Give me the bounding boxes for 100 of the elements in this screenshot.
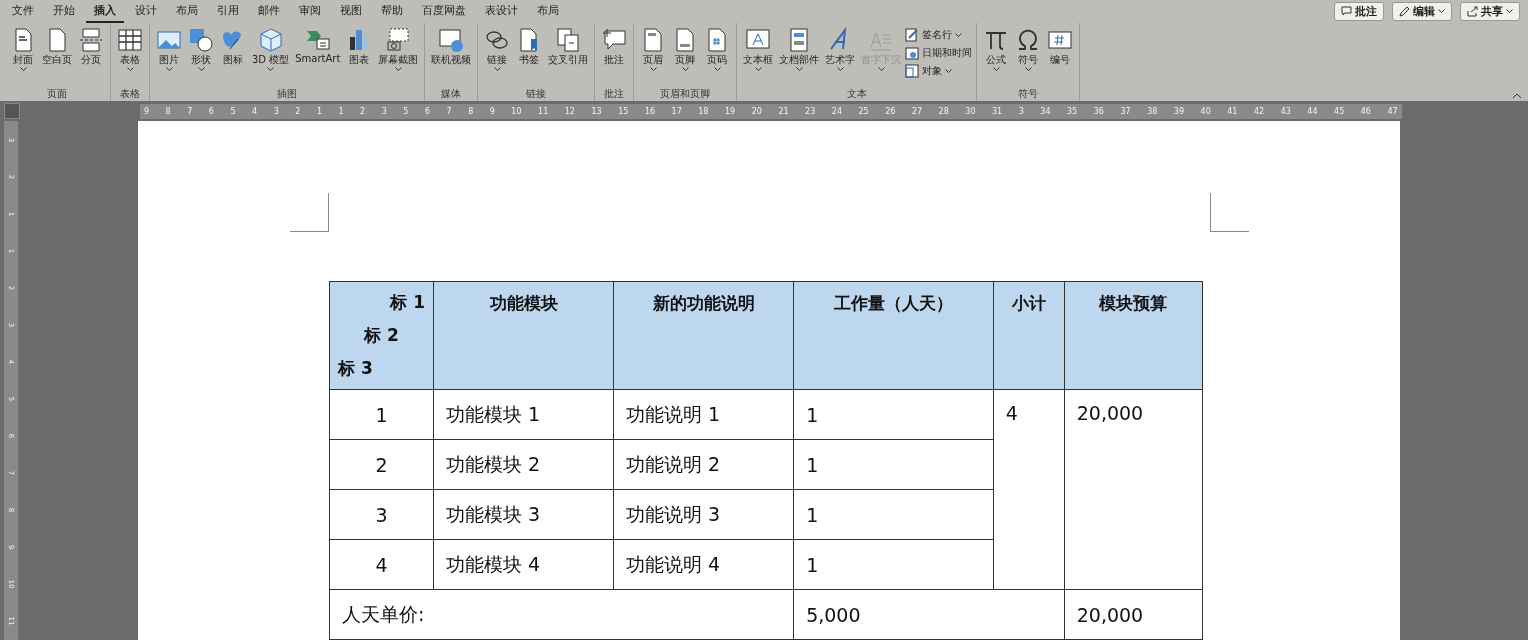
ruler-number: 37 — [1120, 106, 1131, 116]
ruler-number: 3 — [381, 106, 387, 116]
menu-tab[interactable]: 邮件 — [250, 0, 288, 23]
menu-tab[interactable]: 布局 — [168, 0, 206, 23]
caret-icon — [836, 67, 844, 72]
ribbon-button[interactable]: 表格 — [115, 27, 145, 72]
ruler-number: 38 — [1147, 106, 1158, 116]
comment-icon — [1341, 6, 1352, 17]
ribbon-button[interactable]: 链接 — [482, 27, 513, 72]
group-label: 页面 — [46, 87, 68, 101]
group-label: 文本 — [845, 87, 868, 101]
menu-tab[interactable]: 帮助 — [373, 0, 411, 23]
ribbon-button[interactable]: 符号 — [1013, 27, 1044, 72]
ribbon-button[interactable]: 批注 — [599, 27, 630, 67]
menu-tab[interactable]: 引用 — [209, 0, 247, 23]
pencil-icon — [1399, 6, 1410, 17]
ribbon-button[interactable]: 图表 — [344, 27, 375, 67]
ribbon-button[interactable]: 编号 — [1045, 27, 1076, 67]
ribbon-button[interactable]: SmartArt — [293, 27, 343, 64]
ruler-number: 3 — [273, 106, 279, 116]
caret-icon — [19, 67, 27, 72]
ruler-number: 47 — [1387, 106, 1398, 116]
ribbon-button[interactable]: 页码 — [702, 27, 733, 72]
page-break-icon — [78, 27, 104, 53]
video-icon — [438, 27, 465, 53]
caret-icon — [394, 67, 402, 72]
menu-tab[interactable]: 百度网盘 — [414, 0, 474, 23]
ruler-number: 26 — [885, 106, 896, 116]
table-cell: 功能模块 3 — [433, 489, 614, 540]
table-cell: 功能说明 2 — [613, 439, 794, 490]
table-header-cell: 功能模块 — [433, 281, 614, 390]
ruler-number: 21 — [778, 106, 789, 116]
table-cell: 4 — [993, 389, 1065, 590]
table-cell: 人天单价: — [329, 589, 794, 640]
collapse-icon[interactable] — [1512, 93, 1522, 99]
menu-tab[interactable]: 视图 — [332, 0, 370, 23]
ruler-number: 35 — [1067, 106, 1078, 116]
menu-tab[interactable]: 布局 — [529, 0, 567, 23]
caret-icon — [992, 67, 1000, 72]
ruler-number: 41 — [1227, 106, 1238, 116]
ruler-number: 5 — [230, 106, 236, 116]
ribbon-button[interactable]: 联机视频 — [429, 27, 474, 67]
ruler-number: 31 — [992, 106, 1003, 116]
table-cell: 3 — [329, 489, 434, 540]
menu-tab[interactable]: 开始 — [45, 0, 83, 23]
edit-button[interactable]: 编辑 — [1392, 2, 1452, 21]
ribbon-button[interactable]: 公式 — [981, 27, 1012, 72]
ribbon-button[interactable]: 图片 — [154, 27, 184, 72]
ribbon-button[interactable]: 图标 — [218, 27, 248, 67]
ribbon-button[interactable]: 页脚 — [670, 27, 701, 72]
share-button[interactable]: 共享 — [1460, 2, 1520, 21]
caret-icon — [955, 32, 963, 38]
caret-icon — [681, 67, 689, 72]
ruler-number: 9 — [144, 106, 150, 116]
ribbon-button[interactable]: 屏幕截图 — [376, 27, 421, 72]
ribbon-button[interactable]: 书签 — [514, 27, 545, 67]
menu-tab[interactable]: 表设计 — [477, 0, 526, 23]
table-cell: 20,000 — [1064, 589, 1203, 640]
caret-icon — [165, 67, 173, 72]
ruler-number: 28 — [938, 106, 949, 116]
ruler-number: 30 — [965, 106, 976, 116]
calendar-icon — [905, 46, 920, 60]
ribbon-button[interactable]: 日期和时间 — [905, 45, 973, 61]
ribbon-button[interactable]: 签名行 — [905, 27, 973, 43]
ribbon-button[interactable]: 3D 模型 — [250, 27, 292, 72]
ruler-number: 36 — [1093, 106, 1104, 116]
ribbon-button[interactable]: 文本框 — [741, 27, 776, 72]
table-cell: 功能说明 1 — [613, 389, 794, 440]
caret-icon — [1438, 9, 1445, 14]
ribbon-button[interactable]: 交叉引用 — [546, 27, 591, 67]
ribbon-button[interactable]: 艺术字 — [823, 27, 858, 72]
ribbon-button[interactable]: 对象 — [905, 63, 973, 79]
ruler-number: 15 — [618, 106, 629, 116]
menu-tab[interactable]: 插入 — [86, 0, 124, 23]
menu-tab[interactable]: 文件 — [4, 0, 42, 23]
menu-tab[interactable]: 设计 — [127, 0, 165, 23]
ruler-number: 40 — [1200, 106, 1211, 116]
ruler-number: 2 — [295, 106, 301, 116]
table-cell: 功能模块 2 — [433, 439, 614, 490]
ribbon-button[interactable]: 空白页 — [40, 27, 74, 67]
comment-button[interactable]: 批注 — [1334, 2, 1384, 21]
caret-icon — [945, 68, 953, 74]
caret-icon — [1506, 9, 1513, 14]
ribbon-button[interactable]: 分页 — [76, 27, 106, 67]
ribbon-button[interactable]: 页眉 — [638, 27, 669, 72]
ribbon-button[interactable]: 文档部件 — [777, 27, 822, 72]
ribbon-button[interactable]: 形状 — [186, 27, 216, 72]
object-icon — [905, 64, 920, 78]
ribbon-button[interactable]: 封面 — [8, 27, 38, 72]
ruler-number: 4 — [252, 106, 258, 116]
table-cell: 功能说明 4 — [613, 539, 794, 590]
caret-icon — [126, 67, 134, 72]
ruler-number: 42 — [1253, 106, 1265, 116]
ruler-number: 3 — [1018, 106, 1024, 116]
menu-tab[interactable]: 审阅 — [291, 0, 329, 23]
table-cell: 功能说明 3 — [613, 489, 794, 540]
table-header-cell: 模块预算 — [1064, 281, 1203, 390]
caret-icon — [795, 67, 803, 72]
cross-reference-icon — [555, 27, 582, 53]
table-header-cell: 小计 — [993, 281, 1065, 390]
